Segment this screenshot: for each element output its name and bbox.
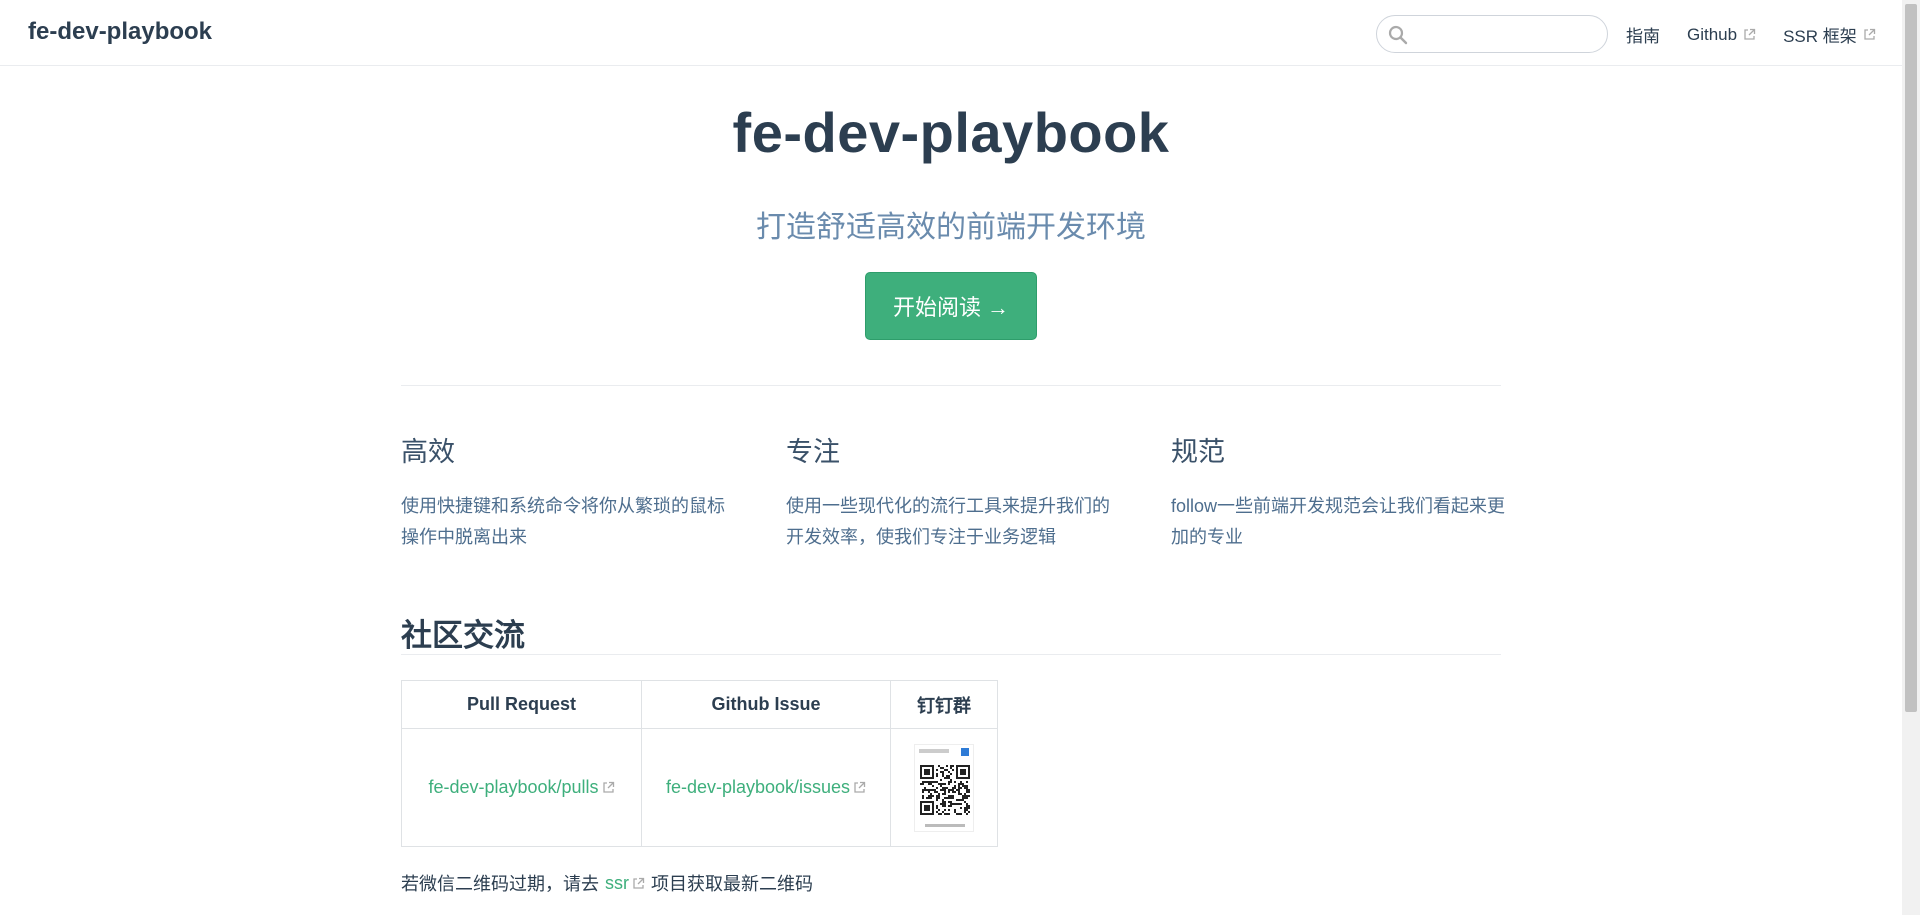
qr-footer xyxy=(925,823,965,827)
note-text-before: 若微信二维码过期，请去 xyxy=(401,874,599,894)
link-label: fe-dev-playbook/pulls xyxy=(428,777,599,797)
community-table: Pull Request Github Issue 钉钉群 fe-dev-pla… xyxy=(401,680,998,847)
external-link-icon xyxy=(1744,28,1756,40)
nav-item-label: 指南 xyxy=(1626,27,1660,46)
external-link-icon xyxy=(602,781,614,793)
ssr-link[interactable]: ssr xyxy=(605,873,645,894)
feature-title: 高效 xyxy=(401,437,455,467)
qr-expired-note: 若微信二维码过期，请去 ssr 项目获取最新二维码 xyxy=(401,870,813,896)
note-text-after: 项目获取最新二维码 xyxy=(651,874,813,894)
table-cell: fe-dev-playbook/issues xyxy=(641,728,891,847)
community-section-title: 社区交流 xyxy=(401,618,525,653)
qr-header xyxy=(919,748,949,753)
features-divider xyxy=(401,385,1501,386)
link-label: fe-dev-playbook/issues xyxy=(665,777,851,797)
qr-code-icon xyxy=(920,764,970,815)
table-cell xyxy=(890,728,998,847)
navbar: fe-dev-playbook 指南 Github SSR 框架 xyxy=(0,0,1902,66)
nav-item-guide[interactable]: 指南 xyxy=(1626,22,1660,47)
issues-link[interactable]: fe-dev-playbook/issues xyxy=(666,777,866,798)
pulls-link[interactable]: fe-dev-playbook/pulls xyxy=(428,777,614,798)
start-reading-button[interactable]: 开始阅读 → xyxy=(865,272,1037,340)
feature-standards: 规范 follow一些前端开发规范会让我们看起来更加的专业 xyxy=(1171,430,1511,553)
nav-item-ssr[interactable]: SSR 框架 xyxy=(1783,22,1876,47)
feature-details: 使用一些现代化的流行工具来提升我们的开发效率，使我们专注于业务逻辑 xyxy=(786,496,1110,547)
scrollbar[interactable] xyxy=(1902,0,1920,915)
search-input[interactable] xyxy=(1413,22,1599,46)
link-label: ssr xyxy=(605,872,629,893)
nav-item-github[interactable]: Github xyxy=(1687,22,1756,47)
search-box[interactable] xyxy=(1376,15,1608,53)
hero-title: fe-dev-playbook xyxy=(732,101,1170,164)
feature-focus: 专注 使用一些现代化的流行工具来提升我们的开发效率，使我们专注于业务逻辑 xyxy=(786,430,1126,553)
nav-links: 指南 Github SSR 框架 xyxy=(1626,22,1876,47)
scrollbar-thumb[interactable] xyxy=(1905,4,1917,712)
feature-title: 专注 xyxy=(786,437,840,467)
hero-description: 打造舒适高效的前端开发环境 xyxy=(756,211,1146,244)
table-row: fe-dev-playbook/pulls fe-dev-playbook/is… xyxy=(401,728,998,847)
table-header: Pull Request xyxy=(401,680,642,729)
feature-title: 规范 xyxy=(1171,437,1225,467)
feature-efficient: 高效 使用快捷键和系统命令将你从繁琐的鼠标操作中脱离出来 xyxy=(401,430,741,553)
nav-item-label: Github xyxy=(1687,24,1738,44)
table-header-row: Pull Request Github Issue 钉钉群 xyxy=(401,680,998,729)
qr-badge xyxy=(961,747,969,756)
nav-item-label: SSR 框架 xyxy=(1783,27,1857,46)
search-icon xyxy=(1388,25,1408,45)
external-link-icon xyxy=(854,781,866,793)
section-divider xyxy=(401,654,1501,655)
table-header: 钉钉群 xyxy=(890,680,998,729)
external-link-icon xyxy=(633,877,645,889)
table-cell: fe-dev-playbook/pulls xyxy=(401,728,642,847)
external-link-icon xyxy=(1864,28,1875,40)
feature-details: 使用快捷键和系统命令将你从繁琐的鼠标操作中脱离出来 xyxy=(401,496,725,547)
site-name[interactable]: fe-dev-playbook xyxy=(28,18,212,46)
feature-details: follow一些前端开发规范会让我们看起来更加的专业 xyxy=(1171,496,1506,547)
table-header: Github Issue xyxy=(641,680,891,729)
dingtalk-qr-image xyxy=(914,743,974,832)
